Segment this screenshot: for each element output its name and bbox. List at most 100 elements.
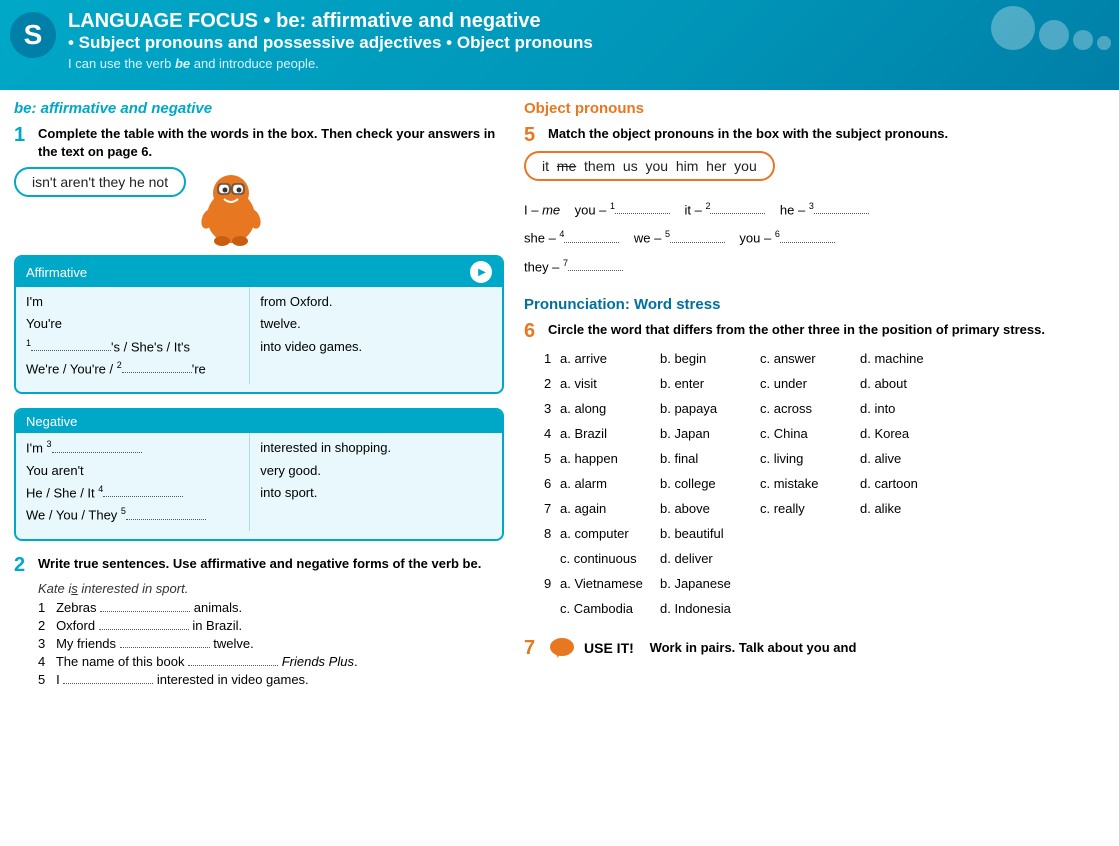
row5-d: d. alive (860, 447, 960, 471)
match-row-2: she – 4 we – 5 you – 6 (524, 225, 1105, 251)
play-button[interactable] (470, 261, 492, 283)
speech-bubble-icon (548, 634, 576, 662)
header-title-line2: • Subject pronouns and possessive adject… (68, 33, 1103, 53)
row6-d: d. cartoon (860, 472, 960, 496)
row1-num: 1 (544, 347, 560, 371)
ex6-row-4: 4 a. Brazil b. Japan c. China d. Korea (544, 422, 1105, 446)
row8-c: c. continuous (560, 547, 660, 571)
row4-d: d. Korea (860, 422, 960, 446)
row2-b: b. enter (660, 372, 760, 396)
main-content: be: affirmative and negative 1 Complete … (0, 90, 1119, 709)
pronoun-match-area: I – me you – 1 it – 2 he – 3 she – 4 we … (524, 197, 1105, 280)
row3-b: b. papaya (660, 397, 760, 421)
negative-left-col: I'm 3 You aren't He / She / It 4 We / Yo… (16, 433, 249, 530)
exercise-6: 6 Circle the word that differs from the … (524, 321, 1105, 622)
affirmative-left-col: I'm You're 1's / She's / It's We're / Yo… (16, 287, 249, 384)
row9-num: 9 (544, 572, 560, 596)
pronunciation-title: Pronunciation: Word stress (524, 296, 1105, 313)
ex1-header: 1 Complete the table with the words in t… (14, 125, 504, 161)
affirmative-label: Affirmative (26, 265, 87, 280)
ex2-body: Kate is interested in sport. 1 Zebras an… (38, 581, 504, 687)
row5-a: a. happen (560, 447, 660, 471)
exercise-2: 2 Write true sentences. Use affirmative … (14, 555, 504, 687)
ex6-row-1: 1 a. arrive b. begin c. answer d. machin… (544, 347, 1105, 371)
ex2-item-4: 4 The name of this book Friends Plus. (38, 654, 504, 669)
ex2-header: 2 Write true sentences. Use affirmative … (14, 555, 504, 575)
affirmative-table: Affirmative I'm You're 1's / She's / It'… (14, 255, 504, 394)
row1-a: a. arrive (560, 347, 660, 371)
object-pronouns-section: Object pronouns 5 Match the object prono… (524, 100, 1105, 280)
row8-b: b. beautiful (660, 522, 760, 546)
ex6-row-9a: 9 a. Vietnamese b. Japanese (544, 572, 1105, 596)
row4-c: c. China (760, 422, 860, 446)
row4-a: a. Brazil (560, 422, 660, 446)
affirmative-row: I'm You're 1's / She's / It's We're / Yo… (16, 287, 502, 384)
exercise-1: 1 Complete the table with the words in t… (14, 125, 504, 541)
row7-d: d. alike (860, 497, 960, 521)
row3-num: 3 (544, 397, 560, 421)
row6-b: b. college (660, 472, 760, 496)
negative-header: Negative (16, 410, 502, 433)
ex2-number: 2 (14, 555, 30, 575)
pronunciation-section: Pronunciation: Word stress 6 Circle the … (524, 296, 1105, 622)
row6-c: c. mistake (760, 472, 860, 496)
ex6-row-2: 2 a. visit b. enter c. under d. about (544, 372, 1105, 396)
neg-table-gap (16, 531, 502, 539)
header-decoration (991, 6, 1111, 50)
row8-num: 8 (544, 522, 560, 546)
left-section-title-text: be: affirmative and negative (14, 100, 212, 117)
row3-c: c. across (760, 397, 860, 421)
ex6-word-list: 1 a. arrive b. begin c. answer d. machin… (544, 347, 1105, 622)
object-pronouns-title: Object pronouns (524, 100, 1105, 117)
ex6-instruction: Circle the word that differs from the ot… (548, 321, 1045, 339)
row9-d: d. Indonesia (660, 597, 760, 621)
ex6-row-7: 7 a. again b. above c. really d. alike (544, 497, 1105, 521)
row2-c: c. under (760, 372, 860, 396)
exercise-7: 7 USE IT! Work in pairs. Talk about you … (524, 634, 1105, 662)
mascot-svg (196, 167, 266, 247)
ex6-row-5: 5 a. happen b. final c. living d. alive (544, 447, 1105, 471)
row4-num: 4 (544, 422, 560, 446)
row5-c: c. living (760, 447, 860, 471)
ex1-word-box: isn't aren't they he not (14, 167, 186, 197)
row2-num: 2 (544, 372, 560, 396)
header-title-line1: LANGUAGE FOCUS • be: affirmative and neg… (68, 10, 1103, 33)
row3-d: d. into (860, 397, 960, 421)
mascot-figure (196, 167, 266, 247)
row5-num: 5 (544, 447, 560, 471)
row1-c: c. answer (760, 347, 860, 371)
bubble-xsmall (1097, 36, 1111, 50)
row9-b: b. Japanese (660, 572, 760, 596)
left-section-title: be: affirmative and negative (14, 100, 504, 117)
title-line1-text: LANGUAGE FOCUS • be: affirmative and neg… (68, 10, 541, 32)
ex7-instruction: Work in pairs. Talk about you and (650, 640, 857, 655)
bubble-large (991, 6, 1035, 50)
bubble-medium (1039, 20, 1069, 50)
ex6-row-9c: c. Cambodia d. Indonesia (544, 597, 1105, 621)
row1-b: b. begin (660, 347, 760, 371)
ex5-word-box: it me them us you him her you (524, 151, 775, 181)
ex5-number: 5 (524, 125, 540, 145)
row8-a: a. computer (560, 522, 660, 546)
row9-c: c. Cambodia (560, 597, 660, 621)
row6-num: 6 (544, 472, 560, 496)
ex2-example: Kate is interested in sport. (38, 581, 504, 596)
row7-c: c. really (760, 497, 860, 521)
negative-row: I'm 3 You aren't He / She / It 4 We / Yo… (16, 433, 502, 530)
row8-d: d. deliver (660, 547, 760, 571)
ex6-number: 6 (524, 321, 540, 341)
header-subtitle: I can use the verb be and introduce peop… (68, 56, 1103, 71)
ex1-number: 1 (14, 125, 30, 145)
ex6-row-6: 6 a. alarm b. college c. mistake d. cart… (544, 472, 1105, 496)
row2-d: d. about (860, 372, 960, 396)
table-gap (16, 384, 502, 392)
row6-a: a. alarm (560, 472, 660, 496)
negative-table: Negative I'm 3 You aren't He / She / It … (14, 408, 504, 540)
ex2-item-1: 1 Zebras animals. (38, 600, 504, 615)
match-row-1: I – me you – 1 it – 2 he – 3 (524, 197, 1105, 223)
affirmative-right-col: from Oxford. twelve. into video games. (250, 287, 502, 384)
ex6-header: 6 Circle the word that differs from the … (524, 321, 1105, 341)
row2-a: a. visit (560, 372, 660, 396)
ex2-instruction: Write true sentences. Use affirmative an… (38, 555, 481, 573)
affirmative-header: Affirmative (16, 257, 502, 287)
